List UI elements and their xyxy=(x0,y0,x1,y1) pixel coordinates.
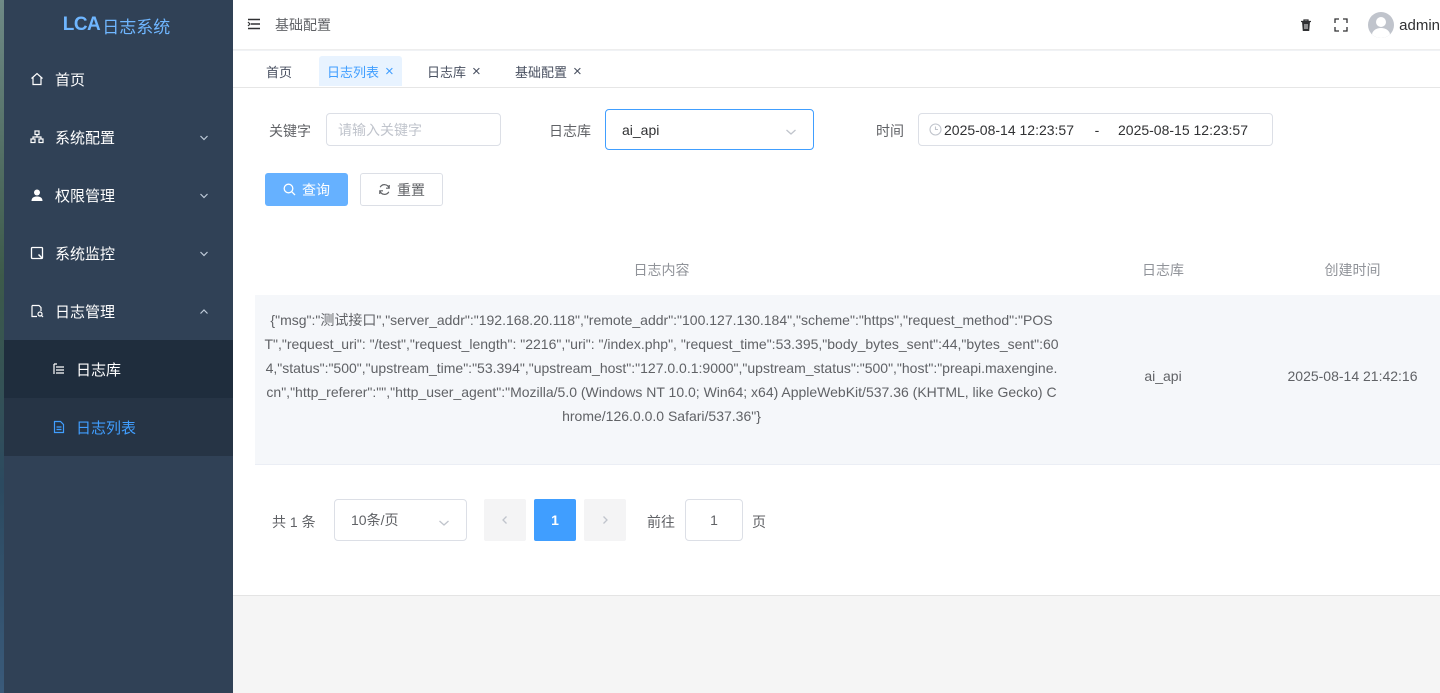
sidebar-item-label: 日志管理 xyxy=(55,303,116,321)
breadcrumb: 基础配置 xyxy=(275,16,331,33)
reset-button[interactable]: 重置 xyxy=(360,173,443,206)
search-icon xyxy=(283,183,296,196)
time-label: 时间 xyxy=(876,123,904,139)
column-header-db: 日志库 xyxy=(1142,262,1184,278)
document-icon xyxy=(52,420,66,434)
document-search-icon xyxy=(30,304,44,318)
logo[interactable]: LCA 日志系统 xyxy=(0,0,233,50)
cell-log-content: {"msg":"测试接口","server_addr":"192.168.20.… xyxy=(264,312,1059,424)
tag-label: 日志库 xyxy=(427,64,467,80)
tag-log-list[interactable]: 日志列表 × xyxy=(319,56,402,86)
goto-page-value: 1 xyxy=(710,512,718,528)
chevron-down-icon xyxy=(199,130,209,147)
chevron-down-icon xyxy=(438,515,450,531)
time-separator: - xyxy=(1094,121,1100,138)
chevron-left-icon xyxy=(500,512,510,528)
username[interactable]: admin xyxy=(1399,17,1440,34)
fullscreen-icon[interactable] xyxy=(1333,17,1349,33)
tag-log-db[interactable]: 日志库 × xyxy=(419,56,489,86)
db-select-value: ai_api xyxy=(622,121,660,138)
sidebar-subitem-label: 日志库 xyxy=(76,361,122,379)
sidebar-item-log-management[interactable]: 日志管理 xyxy=(0,282,233,340)
chevron-down-icon xyxy=(785,124,797,140)
sidebar-subitem-log-list[interactable]: 日志列表 xyxy=(0,398,233,456)
reset-button-label: 重置 xyxy=(397,181,425,198)
tag-basic-config[interactable]: 基础配置 × xyxy=(507,56,590,86)
sidebar-item-system-config[interactable]: 系统配置 xyxy=(0,108,233,166)
avatar[interactable] xyxy=(1368,12,1395,38)
sidebar-item-label: 系统配置 xyxy=(55,129,116,147)
cell-log-db: ai_api xyxy=(1144,368,1182,384)
user-icon xyxy=(30,188,44,202)
close-icon[interactable]: × xyxy=(573,64,582,79)
tag-label: 日志列表 xyxy=(327,64,380,80)
sidebar-subitem-label: 日志列表 xyxy=(76,419,137,437)
navbar: 基础配置 admin xyxy=(233,0,1440,50)
db-label: 日志库 xyxy=(549,123,591,139)
page-button-1[interactable]: 1 xyxy=(534,499,576,541)
tag-home[interactable]: 首页 xyxy=(258,56,300,86)
table-row[interactable]: {"msg":"测试接口","server_addr":"192.168.20.… xyxy=(255,295,1440,465)
sidebar-item-permissions[interactable]: 权限管理 xyxy=(0,166,233,224)
sidebar: LCA 日志系统 首页 系统配置 权限管理 系统监控 日志管理 日志库 日志列表 xyxy=(0,0,233,693)
pagination-total: 共 1 条 xyxy=(272,514,316,530)
keyword-placeholder: 请输入关键字 xyxy=(338,121,422,138)
close-icon[interactable]: × xyxy=(472,64,481,79)
sidebar-subitem-log-db[interactable]: 日志库 xyxy=(0,340,233,398)
refresh-icon xyxy=(378,183,391,196)
chevron-up-icon xyxy=(199,304,209,321)
goto-label: 前往 xyxy=(647,514,675,530)
sidebar-item-label: 权限管理 xyxy=(55,187,116,205)
sitemap-icon xyxy=(30,130,44,144)
chevron-down-icon xyxy=(199,188,209,205)
hamburger-icon[interactable] xyxy=(247,17,261,33)
column-header-content: 日志内容 xyxy=(633,262,690,278)
tags-view: 首页 日志列表 × 日志库 × 基础配置 × xyxy=(233,51,1440,88)
goto-page-input[interactable]: 1 xyxy=(685,499,743,541)
tag-label: 首页 xyxy=(266,64,293,80)
cell-created-time: 2025-08-14 21:42:16 xyxy=(1287,368,1418,384)
search-button-label: 查询 xyxy=(302,181,330,198)
close-icon[interactable]: × xyxy=(385,64,394,79)
db-select[interactable]: ai_api xyxy=(605,109,814,150)
keyword-input[interactable]: 请输入关键字 xyxy=(326,113,501,146)
search-button[interactable]: 查询 xyxy=(265,173,348,206)
logo-text: 日志系统 xyxy=(102,17,171,37)
table-header: 日志内容 日志库 创建时间 xyxy=(255,240,1440,295)
chevron-right-icon xyxy=(600,512,610,528)
monitor-icon xyxy=(30,246,44,260)
sidebar-item-home[interactable]: 首页 xyxy=(0,50,233,108)
page-size-select[interactable]: 10条/页 xyxy=(334,499,467,541)
page-size-value: 10条/页 xyxy=(351,512,399,528)
logo-mark: LCA xyxy=(62,14,101,35)
main-content: 关键字 请输入关键字 日志库 ai_api 时间 2025-08-14 12:2… xyxy=(233,88,1440,595)
list-tree-icon xyxy=(52,362,66,376)
time-range-picker[interactable]: 2025-08-14 12:23:57 - 2025-08-15 12:23:5… xyxy=(918,113,1273,146)
chevron-down-icon xyxy=(199,246,209,263)
column-header-created: 创建时间 xyxy=(1324,262,1381,278)
footer-area xyxy=(233,595,1440,693)
keyword-label: 关键字 xyxy=(269,123,311,139)
time-end-input[interactable]: 2025-08-15 12:23:57 xyxy=(1118,122,1250,138)
sidebar-item-label: 首页 xyxy=(55,71,86,89)
clock-icon xyxy=(929,123,942,136)
trash-icon[interactable] xyxy=(1298,17,1314,33)
sidebar-item-label: 系统监控 xyxy=(55,245,116,263)
home-icon xyxy=(30,72,44,86)
sidebar-item-monitor[interactable]: 系统监控 xyxy=(0,224,233,282)
next-page-button[interactable] xyxy=(584,499,626,541)
tag-label: 基础配置 xyxy=(515,64,568,80)
page-suffix: 页 xyxy=(752,514,766,530)
time-start-input[interactable]: 2025-08-14 12:23:57 xyxy=(944,122,1076,138)
prev-page-button[interactable] xyxy=(484,499,526,541)
